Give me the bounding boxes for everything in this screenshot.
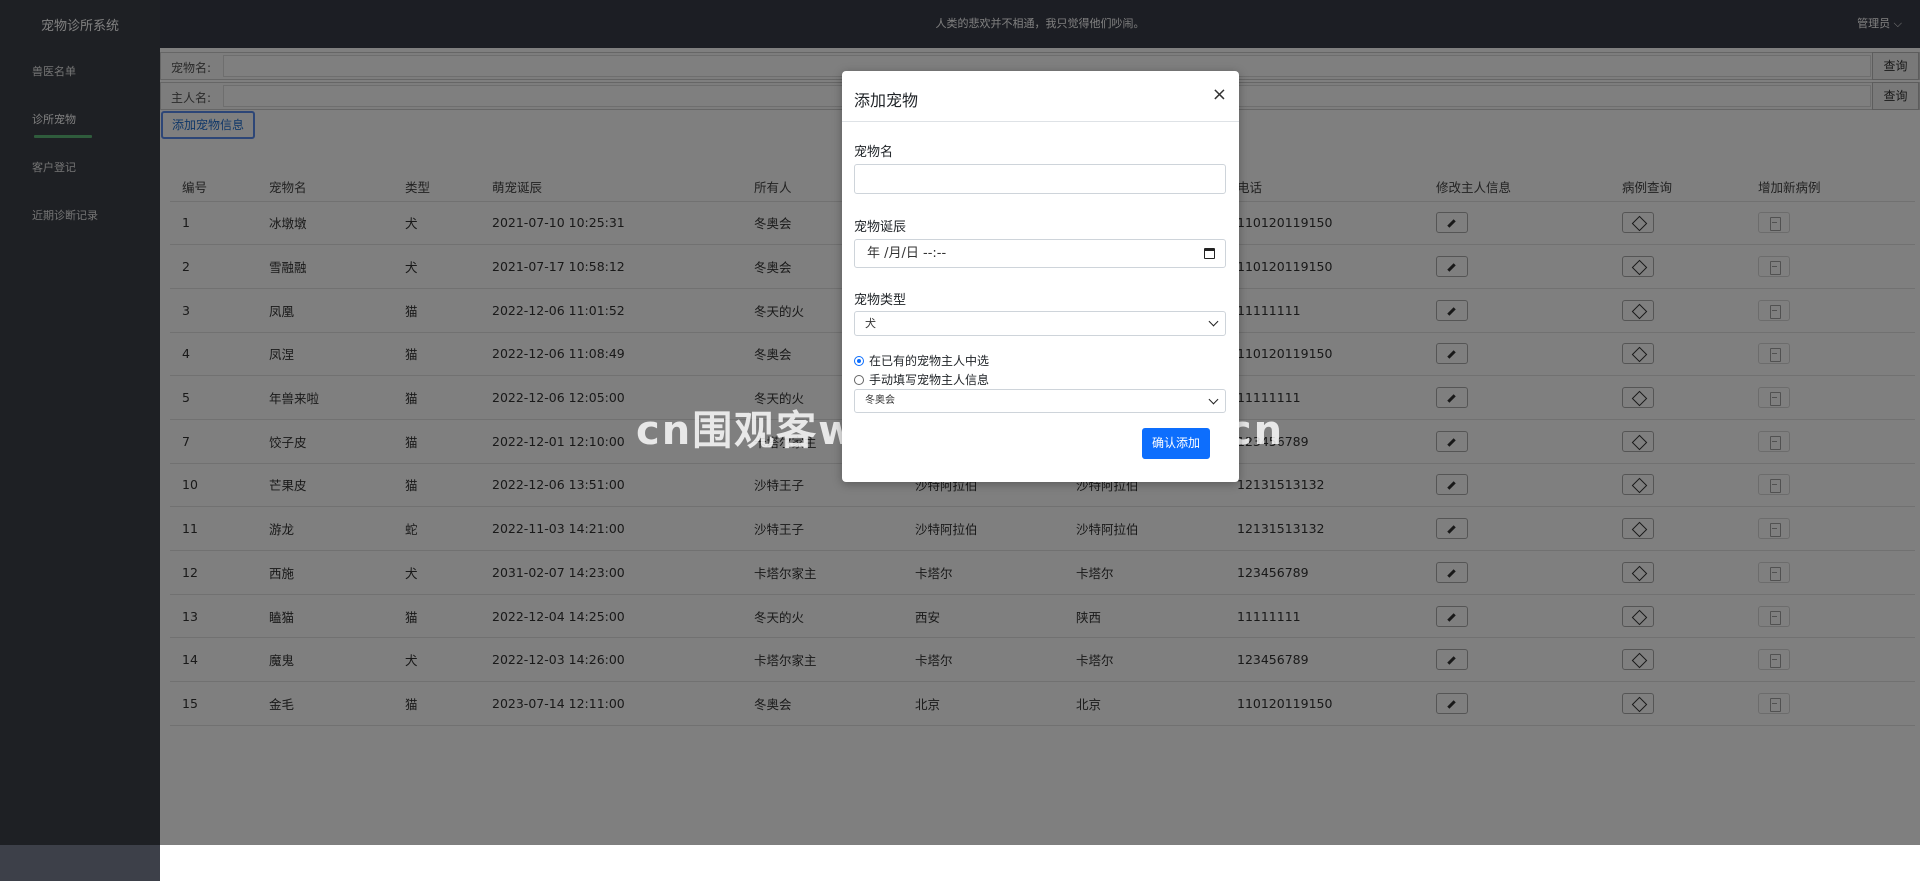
birthday-input[interactable]: 年 /月/日 --:-- <box>854 239 1226 268</box>
add-pet-modal: 添加宠物 × 宠物名 宠物诞辰 年 /月/日 --:-- 宠物类型 犬 在已有的… <box>842 71 1239 482</box>
pet-name-label: 宠物名 <box>854 145 894 160</box>
chevron-down-icon <box>1208 394 1219 405</box>
close-icon[interactable]: × <box>1212 84 1227 105</box>
radio-checked-icon[interactable] <box>854 355 864 366</box>
pet-type-label: 宠物类型 <box>854 293 907 308</box>
modal-title: 添加宠物 <box>854 91 919 110</box>
confirm-add-button[interactable]: 确认添加 <box>1142 428 1211 459</box>
radio-existing-owner[interactable]: 在已有的宠物主人中选 <box>854 352 989 369</box>
radio-manual-label: 手动填写宠物主人信息 <box>869 373 990 387</box>
owner-select[interactable]: 冬奥会 <box>854 389 1226 413</box>
birthday-label: 宠物诞辰 <box>854 220 907 235</box>
chevron-down-icon <box>1208 316 1219 327</box>
pet-name-input[interactable] <box>854 164 1226 194</box>
radio-unchecked-icon[interactable] <box>854 374 864 385</box>
calendar-icon[interactable] <box>1204 248 1215 259</box>
radio-existing-label: 在已有的宠物主人中选 <box>869 354 990 368</box>
modal-header: 添加宠物 × <box>842 71 1239 122</box>
owner-select-value: 冬奥会 <box>865 395 895 406</box>
pet-type-value: 犬 <box>865 317 876 330</box>
pet-type-select[interactable]: 犬 <box>854 311 1226 336</box>
radio-manual-owner[interactable]: 手动填写宠物主人信息 <box>854 371 989 388</box>
birthday-placeholder: 年 /月/日 --:-- <box>867 246 947 261</box>
